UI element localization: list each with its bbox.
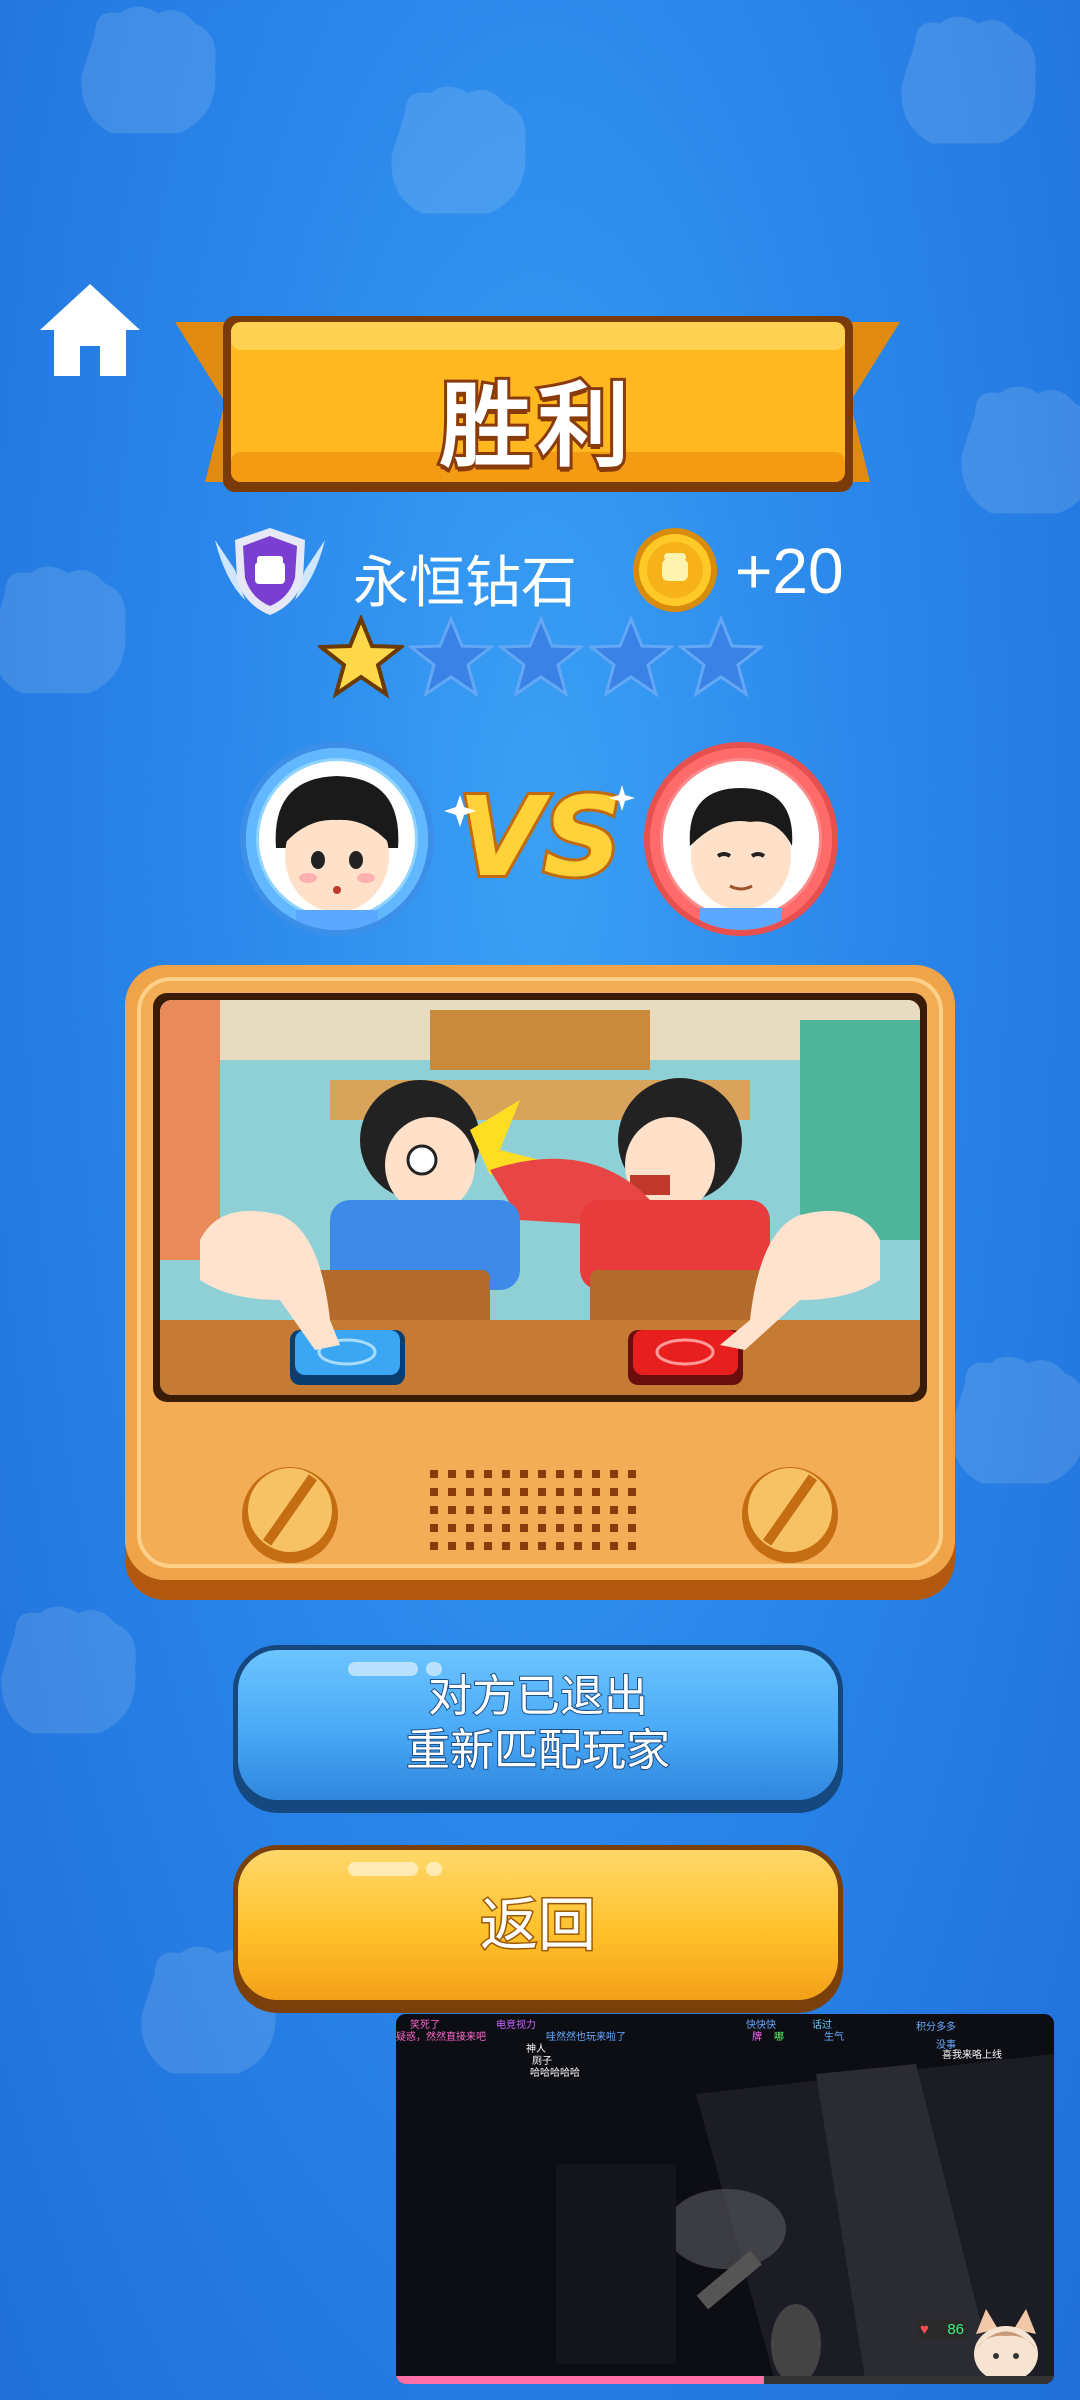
background-fist-icon — [370, 80, 540, 230]
danmu-comment: 电竞视力 — [496, 2020, 536, 2031]
diamond-rank-badge-icon — [205, 520, 335, 620]
fist-coin-icon — [630, 525, 720, 615]
star-filled-icon — [318, 615, 404, 699]
vs-icon: VS — [440, 755, 640, 925]
victory-banner: 胜利 — [175, 312, 900, 497]
stream-progress-fill — [396, 2376, 765, 2384]
coin-reward: +20 — [735, 535, 844, 607]
danmu-comment: 喜我来咯上线 — [942, 2050, 1002, 2061]
background-fist-icon — [880, 10, 1050, 160]
live-stream-overlay[interactable]: 笑死了 电竞视力 快快快 话过哪积分多多 疑惑，然然直接来吧 哇然然也玩来啦了牌生气 没事神… — [396, 2014, 1054, 2384]
danmu-comment: 疑惑，然然直接来吧 — [396, 2032, 486, 2043]
vs-label: VS — [458, 773, 622, 901]
rank-row: 永恒钻石 +20 — [205, 520, 885, 620]
background-fist-icon — [0, 1600, 150, 1750]
player-left-avatar — [246, 748, 428, 930]
rematch-button[interactable]: 对方已退出 重新匹配玩家 — [238, 1650, 838, 1800]
background-fist-icon — [60, 0, 230, 150]
rank-tier-name: 永恒钻石 — [353, 551, 577, 616]
background-fist-icon — [940, 380, 1080, 530]
back-button[interactable]: 返回 — [238, 1850, 838, 2000]
star-empty-icon — [408, 615, 494, 698]
streamer-avatar-icon — [974, 2309, 1038, 2382]
danmu-comment: 积分多多 — [916, 2022, 956, 2033]
star-empty-icon — [678, 615, 764, 698]
victory-title: 胜利 — [436, 370, 636, 483]
classroom-punch-scene — [160, 1000, 920, 1395]
danmu-comment: 哇然然也玩来啦了 — [546, 2032, 626, 2043]
home-button[interactable] — [34, 278, 146, 382]
rematch-label: 重新匹配玩家 — [405, 1724, 671, 1777]
danmu-comment: 哪 — [774, 2032, 784, 2043]
player-right-avatar — [650, 748, 832, 930]
danmu-comment: 哈哈哈哈哈 — [530, 2068, 580, 2079]
stream-progress-bar — [396, 2376, 1054, 2384]
home-icon — [40, 284, 140, 376]
star-empty-icon — [498, 615, 584, 698]
rank-stars — [318, 615, 768, 705]
boy-avatar-icon — [663, 761, 819, 930]
danmu-comment: 牌 — [752, 2032, 762, 2043]
girl-avatar-icon — [259, 761, 415, 930]
back-label: 返回 — [478, 1890, 597, 1961]
opponent-left-label: 对方已退出 — [427, 1670, 649, 1723]
star-empty-icon — [588, 615, 674, 698]
health-value: 86 — [947, 2321, 964, 2338]
health-readout: ♥ 86 — [916, 2319, 968, 2341]
heart-icon: ♥ — [920, 2321, 929, 2338]
danmu-comment: 生气 — [824, 2032, 844, 2043]
tv-frame — [125, 965, 955, 1600]
background-fist-icon — [0, 560, 140, 710]
